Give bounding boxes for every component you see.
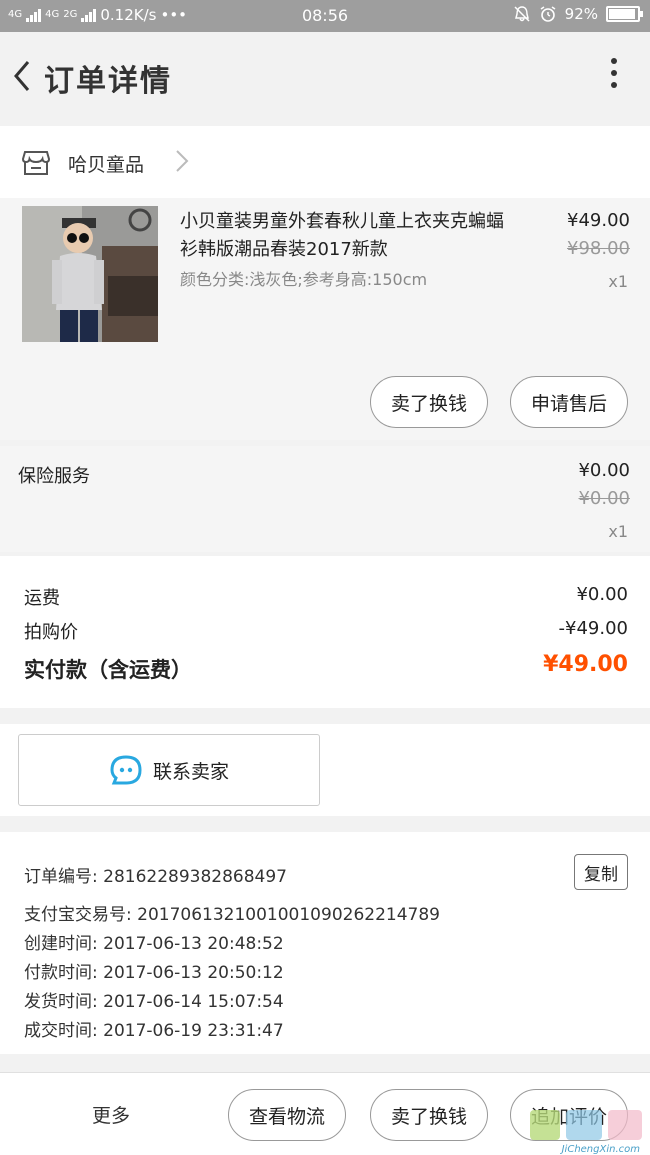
copy-button[interactable]: 复制 xyxy=(574,854,628,890)
chat-bubble-icon xyxy=(110,755,142,785)
chevron-right-icon xyxy=(176,150,189,172)
page-title: 订单详情 xyxy=(44,64,172,99)
status-right: 92% xyxy=(513,5,643,23)
shop-icon xyxy=(22,151,50,175)
insurance-price: ¥0.00 xyxy=(578,460,630,481)
back-arrow-icon[interactable] xyxy=(6,56,38,96)
product-item[interactable]: 小贝童装男童外套春秋儿童上衣夹克蝙蝠衫韩版潮品春装2017新款 颜色分类:浅灰色… xyxy=(0,198,650,440)
status-bar: 4G 4G 2G 0.12K/s ••• 08:56 92% xyxy=(0,0,650,32)
bell-muted-icon xyxy=(514,6,530,22)
contact-seller-button[interactable]: 联系卖家 xyxy=(18,734,320,806)
discount-label: 拍购价 xyxy=(24,622,78,643)
shop-name: 哈贝童品 xyxy=(68,154,145,176)
view-logistics-button[interactable]: 查看物流 xyxy=(228,1089,346,1141)
more-options-icon[interactable] xyxy=(608,58,620,94)
more-button[interactable]: 更多 xyxy=(92,1101,130,1128)
bottom-sell-exchange-button[interactable]: 卖了换钱 xyxy=(370,1089,488,1141)
product-price: ¥49.00 xyxy=(567,210,630,231)
completed-time: 成交时间: 2017-06-19 23:31:47 xyxy=(24,1021,284,1041)
battery-icon xyxy=(606,6,643,22)
insurance-label: 保险服务 xyxy=(18,466,90,487)
product-sku: 颜色分类:浅灰色;参考身高:150cm xyxy=(180,270,428,289)
battery-percent: 92% xyxy=(564,5,598,23)
product-title: 小贝童装男童外套春秋儿童上衣夹克蝙蝠衫韩版潮品春装2017新款 xyxy=(180,211,504,260)
contact-section: 联系卖家 xyxy=(0,724,650,816)
contact-seller-label: 联系卖家 xyxy=(152,760,229,783)
shipping-label: 运费 xyxy=(24,588,60,609)
shipping-value: ¥0.00 xyxy=(576,584,628,605)
shop-row[interactable]: 哈贝童品 xyxy=(0,126,650,198)
product-thumbnail[interactable] xyxy=(22,206,158,342)
product-quantity: x1 xyxy=(608,272,628,291)
insurance-quantity: x1 xyxy=(608,522,628,541)
insurance-original-price: ¥0.00 xyxy=(578,488,630,509)
header: 订单详情 xyxy=(0,32,650,120)
discount-value: -¥49.00 xyxy=(558,618,628,639)
alarm-icon xyxy=(540,6,556,22)
insurance-service: 保险服务 ¥0.00 ¥0.00 x1 xyxy=(0,446,650,552)
shipped-time: 发货时间: 2017-06-14 15:07:54 xyxy=(24,992,284,1012)
sell-exchange-button[interactable]: 卖了换钱 xyxy=(370,376,488,428)
battery-fill xyxy=(609,9,635,19)
after-sales-button[interactable]: 申请售后 xyxy=(510,376,628,428)
created-time: 创建时间: 2017-06-13 20:48:52 xyxy=(24,934,284,954)
order-info: 订单编号: 2816228938286849​7 复制 支付宝交易号: 2017… xyxy=(0,832,650,1054)
product-original-price: ¥98.00 xyxy=(567,238,630,259)
order-number: 订单编号: 2816228938286849​7 xyxy=(24,867,288,887)
alipay-trade-number: 支付宝交易号: 2017061321001001090262214789 xyxy=(24,905,440,925)
paid-amount-value: ¥49.00 xyxy=(543,652,628,677)
totals-section: 运费 ¥0.00 拍购价 -¥49.00 实付款（含运费） ¥49.00 xyxy=(0,556,650,708)
watermark-text: JiChengXin.com xyxy=(561,1144,640,1155)
paid-amount-label: 实付款（含运费） xyxy=(24,658,192,682)
paid-time: 付款时间: 2017-06-13 20:50:12 xyxy=(24,963,284,983)
